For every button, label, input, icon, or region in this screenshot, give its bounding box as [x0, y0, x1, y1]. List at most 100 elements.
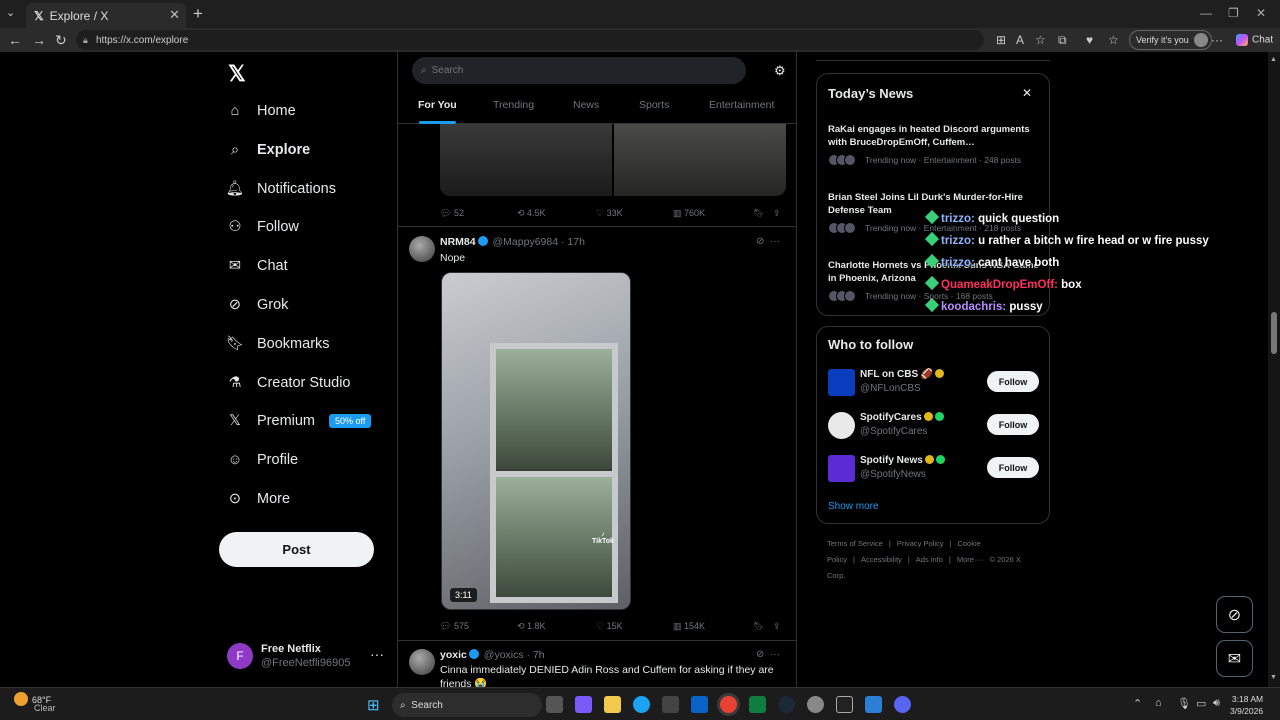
- views-button[interactable]: ▥ 760K: [673, 208, 705, 219]
- scroll-down-icon[interactable]: ▼: [1270, 674, 1277, 681]
- scrollbar-thumb[interactable]: [1271, 312, 1277, 354]
- bookmark-icon[interactable]: 🔖︎: [753, 208, 764, 219]
- tweet-time[interactable]: · 7h: [527, 649, 545, 661]
- close-icon[interactable]: ✕: [1022, 86, 1032, 100]
- gear-icon[interactable]: ⚙: [774, 63, 786, 79]
- account-more-icon[interactable]: ···: [370, 646, 384, 662]
- tweet-handle[interactable]: @Mappy6984: [493, 236, 559, 248]
- verify-profile-button[interactable]: Verify it's you: [1129, 30, 1212, 50]
- follow-button[interactable]: Follow: [987, 457, 1039, 478]
- app-icon[interactable]: [836, 696, 853, 713]
- browser-tab[interactable]: 𝕏 Explore / X ✕: [26, 3, 186, 28]
- reply-button[interactable]: 💬︎ 575: [440, 621, 469, 632]
- site-info-icon[interactable]: 🔒︎: [83, 35, 88, 46]
- scroll-up-icon[interactable]: ▲: [1270, 56, 1277, 63]
- nav-item-home[interactable]: ⌂ Home: [225, 93, 296, 129]
- volume-icon[interactable]: 🔊︎: [1213, 697, 1220, 710]
- back-icon[interactable]: ←: [8, 32, 22, 48]
- new-tab-icon[interactable]: +: [193, 4, 203, 24]
- grok-icon[interactable]: ⊘: [756, 236, 764, 247]
- follow-suggestion[interactable]: Spotify News @SpotifyNews Follow: [828, 454, 1043, 484]
- tab-entertainment[interactable]: Entertainment: [709, 99, 774, 111]
- messages-icon[interactable]: ✉: [1216, 640, 1253, 677]
- excel-icon[interactable]: [749, 696, 766, 713]
- tab-trending[interactable]: Trending: [493, 99, 534, 111]
- restore-icon[interactable]: ❐: [1228, 6, 1239, 20]
- app-available-icon[interactable]: ⊞: [996, 33, 1006, 47]
- display-icon[interactable]: ▭: [1196, 697, 1206, 710]
- grok-icon[interactable]: ⊘: [1216, 596, 1253, 633]
- tweet-media[interactable]: [440, 124, 786, 196]
- footer-link[interactable]: Privacy Policy: [897, 539, 944, 548]
- bookmark-icon[interactable]: 🔖︎: [753, 621, 764, 632]
- chrome-icon[interactable]: [720, 696, 737, 713]
- tab-actions-icon[interactable]: ⌄: [6, 6, 15, 19]
- page-scrollbar[interactable]: ▲ ▼: [1268, 52, 1280, 687]
- close-tab-icon[interactable]: ✕: [169, 7, 180, 23]
- nav-item-profile[interactable]: ☺ Profile: [225, 442, 299, 478]
- grok-icon[interactable]: ⊘: [756, 649, 764, 660]
- footer-link[interactable]: Accessibility: [861, 555, 902, 564]
- tweet-handle[interactable]: @yoxics: [484, 649, 524, 661]
- footer-link[interactable]: Ads info: [916, 555, 943, 564]
- follow-button[interactable]: Follow: [987, 371, 1039, 392]
- share-icon[interactable]: ⇪: [773, 208, 781, 219]
- favorite-star-icon[interactable]: ☆: [1035, 33, 1046, 47]
- nav-item-creator-studio[interactable]: ⚗ Creator Studio: [225, 365, 351, 401]
- weather-widget[interactable]: 68°F Clear: [14, 692, 56, 713]
- minimize-icon[interactable]: —: [1200, 6, 1212, 20]
- footer-link[interactable]: Terms of Service: [827, 539, 883, 548]
- widgets-icon[interactable]: [575, 696, 592, 713]
- follow-suggestion[interactable]: NFL on CBS 🏈 @NFLonCBS Follow: [828, 368, 1043, 398]
- nav-item-premium[interactable]: 𝕏 Premium 50% off: [225, 403, 372, 439]
- clock[interactable]: 3:18 AM 3/9/2026: [1230, 693, 1263, 717]
- tweet-author[interactable]: yoxic: [440, 649, 467, 661]
- nav-item-notifications[interactable]: 🔔︎ Notifications: [225, 171, 336, 207]
- taskbar-search[interactable]: ⌕ Search: [392, 693, 542, 717]
- steam-icon[interactable]: [778, 696, 795, 713]
- nav-item-grok[interactable]: ⊘ Grok: [225, 287, 289, 323]
- account-switcher[interactable]: F Free Netflix @FreeNetfli96905 ···: [227, 642, 397, 672]
- outlook-icon[interactable]: [691, 696, 708, 713]
- photos-icon[interactable]: [865, 696, 882, 713]
- tab-for-you[interactable]: For You: [418, 99, 457, 111]
- reply-button[interactable]: 💬︎ 52: [440, 208, 464, 219]
- url-field[interactable]: 🔒︎ https://x.com/explore: [76, 30, 984, 50]
- extensions-icon[interactable]: ⧉: [1058, 33, 1067, 48]
- tab-sports[interactable]: Sports: [639, 99, 669, 111]
- reload-icon[interactable]: ↻: [55, 32, 67, 49]
- news-item[interactable]: RaKai engages in heated Discord argument…: [828, 123, 1043, 166]
- task-view-icon[interactable]: [546, 696, 563, 713]
- mic-icon[interactable]: 🎙︎: [1177, 697, 1191, 710]
- show-more-link[interactable]: Show more: [828, 501, 879, 512]
- share-icon[interactable]: ⇪: [773, 621, 781, 632]
- nav-item-bookmarks[interactable]: 🔖︎ Bookmarks: [225, 326, 330, 362]
- store-icon[interactable]: [662, 696, 679, 713]
- start-icon[interactable]: ⊞: [367, 696, 380, 714]
- nav-item-chat[interactable]: ✉ Chat: [225, 248, 288, 284]
- more-icon[interactable]: ···: [770, 649, 780, 660]
- network-icon[interactable]: ⌂: [1155, 697, 1162, 709]
- repost-button[interactable]: ⟲ 4.5K: [517, 208, 546, 219]
- tweet-author[interactable]: NRM84: [440, 236, 476, 248]
- more-icon[interactable]: ···: [770, 236, 780, 247]
- post-button[interactable]: Post: [219, 532, 374, 567]
- nav-item-explore[interactable]: ⌕ Explore: [225, 132, 310, 168]
- footer-link[interactable]: More ···: [957, 555, 984, 564]
- app-icon[interactable]: [807, 696, 824, 713]
- copilot-chat-button[interactable]: Chat: [1236, 34, 1273, 46]
- views-button[interactable]: ▥ 154K: [673, 621, 705, 632]
- window-close-icon[interactable]: ✕: [1256, 6, 1266, 20]
- forward-icon[interactable]: →: [32, 32, 46, 48]
- search-input[interactable]: ⌕ Search: [412, 57, 746, 84]
- edge-icon[interactable]: [633, 696, 650, 713]
- like-button[interactable]: ♡ 15K: [596, 621, 623, 632]
- favorites-icon[interactable]: ☆: [1108, 33, 1119, 47]
- repost-button[interactable]: ⟲ 1.8K: [517, 621, 546, 632]
- avatar[interactable]: [409, 236, 435, 262]
- file-explorer-icon[interactable]: [604, 696, 621, 713]
- discord-icon[interactable]: [894, 696, 911, 713]
- follow-button[interactable]: Follow: [987, 414, 1039, 435]
- tweet-time[interactable]: · 17h: [561, 236, 585, 248]
- tweet-video[interactable]: ♪ TikTok 3:11: [441, 272, 631, 610]
